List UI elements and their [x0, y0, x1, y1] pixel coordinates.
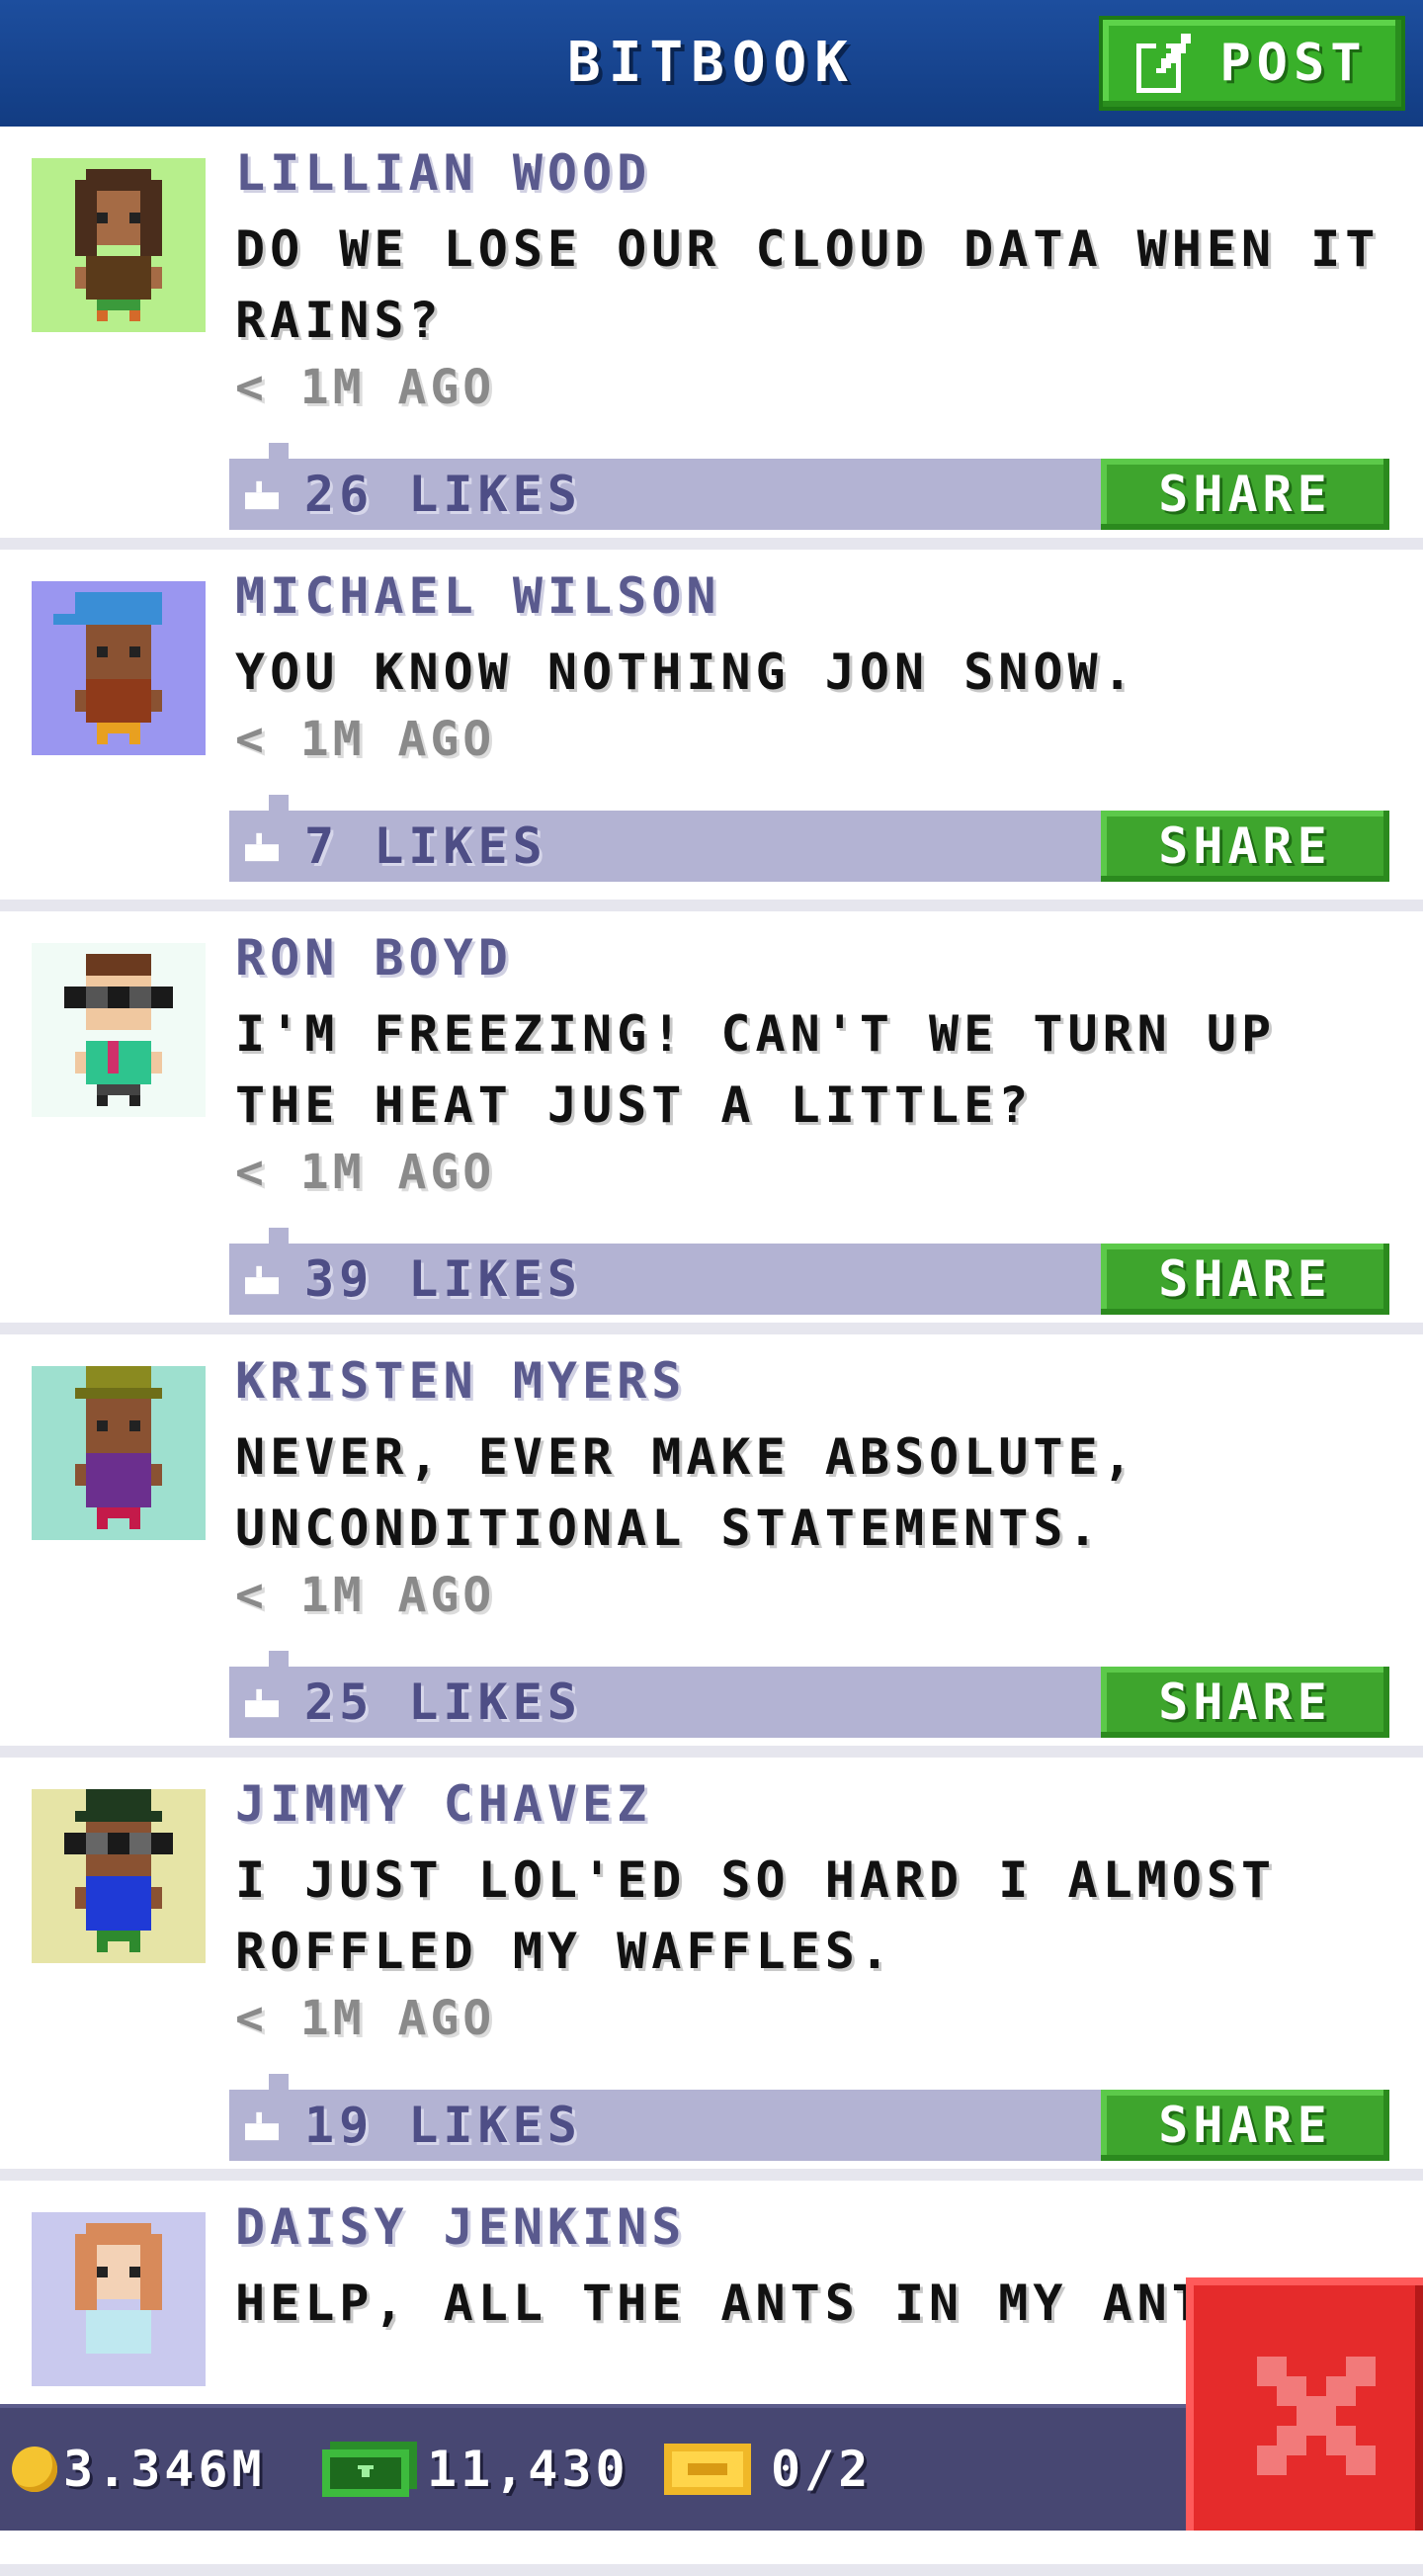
avatar[interactable]	[32, 1366, 206, 1540]
post-author[interactable]: DAISY JENKINS	[235, 2198, 686, 2256]
post-message: I'M FREEZING! CAN'T WE TURN UP THE HEAT …	[235, 1005, 1277, 1134]
ticket-value: 0/2	[771, 2441, 873, 2498]
avatar-image	[64, 954, 173, 1106]
thumbs-up-icon[interactable]	[245, 1265, 279, 1295]
close-button[interactable]	[1186, 2277, 1423, 2531]
currency-bar: 3.346M 11,430 0/2	[0, 2404, 1186, 2531]
thumbs-up-icon[interactable]	[245, 2111, 279, 2141]
thumbs-up-icon[interactable]	[245, 1688, 279, 1718]
feed-post: KRISTEN MYERS NEVER, EVER MAKE ABSOLUTE,…	[0, 1334, 1423, 1758]
post-button[interactable]: POST	[1099, 16, 1405, 111]
feed-post: LILLIAN WOOD DO WE LOSE OUR CLOUD DATA W…	[0, 127, 1423, 550]
share-button[interactable]: SHARE	[1101, 811, 1389, 882]
post-author[interactable]: JIMMY CHAVEZ	[235, 1775, 651, 1833]
likes-count: 25 LIKES	[304, 1674, 582, 1731]
avatar-image	[75, 2223, 162, 2354]
feed-post: RON BOYD I'M FREEZING! CAN'T WE TURN UP …	[0, 911, 1423, 1334]
avatar-image	[64, 1789, 173, 1952]
bitbux-icon	[322, 2442, 417, 2497]
likes-bar: 25 LIKES SHARE	[229, 1651, 1389, 1738]
feed-post: MICHAEL WILSON YOU KNOW NOTHING JON SNOW…	[0, 550, 1423, 911]
likes-bar: 19 LIKES SHARE	[229, 2074, 1389, 2161]
coin-value: 3.346M	[63, 2441, 266, 2498]
avatar[interactable]	[32, 1789, 206, 1963]
post-message: NEVER, EVER MAKE ABSOLUTE, UNCONDITIONAL…	[235, 1428, 1137, 1557]
thumbs-up-icon[interactable]	[245, 832, 279, 862]
post-timestamp: < 1M AGO	[235, 1991, 496, 2046]
ticket-balance[interactable]: 0/2	[664, 2408, 872, 2531]
post-author[interactable]: KRISTEN MYERS	[235, 1352, 686, 1410]
avatar[interactable]	[32, 943, 206, 1117]
avatar-image	[53, 592, 162, 744]
avatar[interactable]	[32, 158, 206, 332]
post-message: YOU KNOW NOTHING JON SNOW.	[235, 644, 1137, 701]
likes-count: 19 LIKES	[304, 2097, 582, 2154]
vip-ticket-icon	[664, 2444, 751, 2495]
feed-list: LILLIAN WOOD DO WE LOSE OUR CLOUD DATA W…	[0, 127, 1423, 2576]
post-author[interactable]: LILLIAN WOOD	[235, 144, 651, 202]
post-timestamp: < 1M AGO	[235, 360, 496, 415]
post-timestamp: < 1M AGO	[235, 712, 496, 767]
likes-bar: 7 LIKES SHARE	[229, 795, 1389, 882]
share-button[interactable]: SHARE	[1101, 2090, 1389, 2161]
post-author[interactable]: MICHAEL WILSON	[235, 567, 720, 625]
app-header: BITBOOK POST	[0, 0, 1423, 127]
avatar[interactable]	[32, 2212, 206, 2386]
avatar-image	[75, 1366, 162, 1529]
coin-icon	[12, 2447, 57, 2492]
likes-bar: 26 LIKES SHARE	[229, 443, 1389, 530]
avatar[interactable]	[32, 581, 206, 755]
post-button-label: POST	[1219, 34, 1368, 93]
feed-post: JIMMY CHAVEZ I JUST LOL'ED SO HARD I ALM…	[0, 1758, 1423, 2181]
edit-icon	[1136, 34, 1197, 93]
bux-balance[interactable]: 11,430	[322, 2408, 629, 2531]
coin-balance: 3.346M	[12, 2408, 266, 2531]
likes-count: 7 LIKES	[304, 817, 547, 875]
likes-count: 26 LIKES	[304, 466, 582, 523]
post-timestamp: < 1M AGO	[235, 1145, 496, 1200]
likes-count: 39 LIKES	[304, 1250, 582, 1308]
share-button[interactable]: SHARE	[1101, 1667, 1389, 1738]
likes-bar: 39 LIKES SHARE	[229, 1228, 1389, 1315]
close-icon	[1257, 2357, 1376, 2475]
thumbs-up-icon[interactable]	[245, 480, 279, 510]
post-timestamp: < 1M AGO	[235, 1568, 496, 1623]
share-button[interactable]: SHARE	[1101, 1244, 1389, 1315]
bux-value: 11,430	[427, 2441, 629, 2498]
share-button[interactable]: SHARE	[1101, 459, 1389, 530]
avatar-image	[75, 169, 162, 321]
post-message: DO WE LOSE OUR CLOUD DATA WHEN IT RAINS?	[235, 220, 1381, 349]
post-message: I JUST LOL'ED SO HARD I ALMOST ROFFLED M…	[235, 1851, 1277, 1980]
post-author[interactable]: RON BOYD	[235, 929, 513, 987]
